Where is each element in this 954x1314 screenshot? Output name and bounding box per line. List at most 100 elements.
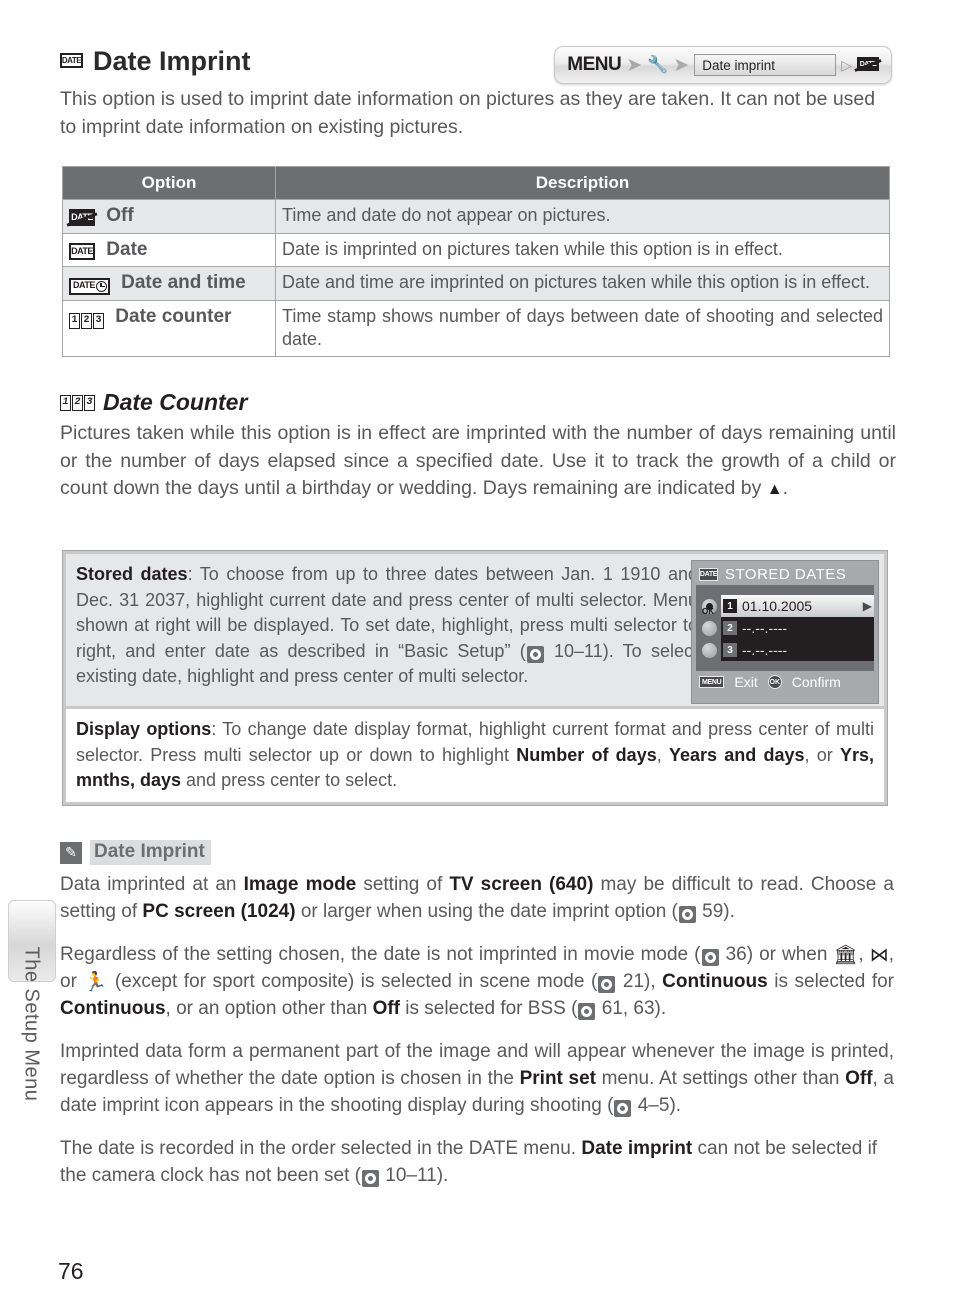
- option-label: Date counter: [115, 306, 232, 328]
- reference-icon: [578, 1002, 596, 1020]
- body-text: or larger when using the date imprint op…: [295, 900, 678, 922]
- date-icon: DATE: [60, 53, 83, 68]
- body-text: ).: [669, 1094, 682, 1116]
- date-counter-paragraph: Pictures taken while this option is in e…: [60, 420, 896, 503]
- display-option-years-and-days: Years and days: [668, 744, 805, 765]
- ok-key-icon: OK: [767, 675, 782, 689]
- lcd-panel: OK 1 01.10.2005 ▶ 2 --.--.---- 3 --.--.-…: [696, 585, 874, 671]
- emphasis-text: TV screen (640): [449, 874, 594, 895]
- body-text: ,: [858, 943, 870, 965]
- menu-key-icon: MENU: [699, 676, 725, 688]
- table-header-row: Option Description: [62, 166, 890, 200]
- camera-lcd-stored-dates: DATE STORED DATES OK 1 01.10.2005 ▶ 2 --…: [691, 560, 879, 704]
- panorama-assist-icon: ⋈: [869, 944, 889, 966]
- manual-page: The Setup Menu DATE Date Imprint MENU ➤ …: [0, 0, 954, 1314]
- page-title-text: Date Imprint: [93, 46, 251, 76]
- arrow-right-icon: ➤: [626, 54, 643, 76]
- note-paragraph-1: Data imprinted at an Image mode setting …: [60, 872, 894, 926]
- museum-icon: 🏛: [833, 944, 859, 966]
- reference-icon: [678, 905, 696, 923]
- pencil-icon: ✎: [60, 841, 82, 864]
- lcd-date-row-3[interactable]: 3 --.--.----: [721, 639, 874, 661]
- triangle-up-icon: ▲: [766, 481, 783, 499]
- lcd-date-row-2[interactable]: 2 --.--.----: [721, 617, 874, 639]
- date-counter-text-end: .: [782, 477, 789, 500]
- display-options-paragraph: Display options: To change date display …: [76, 717, 874, 794]
- note-paragraph-2: Regardless of the setting chosen, the da…: [60, 942, 894, 1023]
- sep-1: ,: [656, 744, 669, 765]
- lcd-footer: MENU Exit OK Confirm: [696, 671, 874, 690]
- date-counter-heading-text: Date Counter: [103, 389, 248, 415]
- body-text: Data imprinted at an: [60, 874, 244, 895]
- lcd-row-number: 1: [723, 599, 737, 613]
- lcd-radio-3[interactable]: [702, 642, 717, 658]
- lcd-radio-2[interactable]: [702, 620, 717, 636]
- option-cell-date-and-time: DATE Date and time: [62, 266, 276, 301]
- lcd-row-value: --.--.----: [742, 620, 788, 636]
- breadcrumb-field: Date imprint: [694, 54, 837, 76]
- note-heading: ✎ Date Imprint: [60, 840, 211, 865]
- stored-dates-text-block: Stored dates: To choose from up to three…: [66, 554, 884, 706]
- body-text: ).: [723, 900, 735, 922]
- display-options-block: Display options: To change date display …: [66, 706, 884, 802]
- column-header-option: Option: [62, 166, 276, 200]
- body-text: , or an option other than: [165, 997, 373, 1019]
- lcd-date-rows: 1 01.10.2005 ▶ 2 --.--.---- 3 --.--.----: [721, 595, 874, 661]
- caret-right-icon: ▶: [862, 599, 872, 613]
- caret-right-icon: ▷: [841, 56, 852, 73]
- arrow-right-icon-2: ➤: [673, 54, 690, 76]
- sport-icon: 🏃: [83, 971, 109, 993]
- reference-pages: 4–5: [632, 1094, 670, 1116]
- date-counter-123-icon: 123: [69, 313, 104, 330]
- description-cell: Date and time are imprinted on pictures …: [275, 266, 890, 301]
- reference-icon: [614, 1099, 632, 1117]
- body-text: ).: [436, 1164, 449, 1186]
- lcd-row-number: 2: [723, 621, 737, 635]
- body-text: setting of: [356, 874, 450, 895]
- chapter-label: The Setup Menu: [20, 946, 43, 1102]
- reference-pages: 36: [719, 943, 747, 965]
- table-row: DATE Date and time Date and time are imp…: [62, 266, 890, 301]
- note-paragraph-3: Imprinted data form a permanent part of …: [60, 1039, 894, 1120]
- note-body: Data imprinted at an Image mode setting …: [60, 872, 894, 1206]
- date-off-icon: DATE: [69, 209, 95, 227]
- table-row: 123 Date counter Time stamp shows number…: [62, 300, 890, 357]
- option-cell-date: DATE Date: [62, 232, 276, 267]
- body-text: ),: [644, 970, 663, 992]
- note-heading-text: Date Imprint: [90, 840, 211, 865]
- stored-dates-paragraph: Stored dates: To choose from up to three…: [76, 562, 698, 690]
- date-and-time-icon: DATE: [69, 277, 110, 295]
- body-text: menu. At settings other than: [595, 1067, 846, 1089]
- breadcrumb-menu-label: MENU: [567, 54, 622, 75]
- reference-icon: [362, 1169, 379, 1187]
- breadcrumb: MENU ➤ 🔧 ➤ Date imprint ▷ DATE: [554, 46, 892, 84]
- reference-pages: 59: [696, 900, 724, 922]
- emphasis-text: Image mode: [243, 874, 357, 895]
- lcd-date-row-1[interactable]: 1 01.10.2005 ▶: [721, 595, 874, 617]
- display-options-text-b: and press center to select.: [181, 770, 398, 791]
- wrench-setup-icon: 🔧: [647, 55, 669, 74]
- option-label: Date: [106, 238, 148, 260]
- table-row: DATE Date Date is imprinted on pictures …: [62, 232, 890, 267]
- display-option-number-of-days: Number of days: [516, 744, 657, 765]
- emphasis-text: Off: [845, 1067, 873, 1089]
- lcd-confirm-label: Confirm: [791, 674, 841, 690]
- display-options-lead: Display options: [76, 719, 212, 739]
- intro-paragraph: This option is used to imprint date info…: [60, 88, 876, 138]
- emphasis-text: Continuous: [662, 970, 768, 992]
- lcd-exit-label: Exit: [734, 674, 758, 690]
- option-label: Date and time: [121, 272, 246, 294]
- date-icon: DATE: [699, 568, 718, 581]
- emphasis-text: Date imprint: [581, 1137, 693, 1159]
- date-imprint-off-icon: DATE: [857, 57, 879, 71]
- emphasis-text: Off: [372, 997, 401, 1019]
- date-icon: DATE: [69, 243, 95, 261]
- lcd-row-value: 01.10.2005: [742, 598, 813, 614]
- body-text: (except for sport composite) is selected…: [108, 970, 598, 992]
- body-text: Regardless of the setting chosen, the da…: [60, 943, 701, 965]
- body-text: ).: [654, 997, 667, 1019]
- emphasis-text: Continuous: [60, 997, 166, 1019]
- reference-icon: [701, 948, 719, 966]
- emphasis-text: Print set: [519, 1067, 596, 1089]
- reference-icon: [598, 975, 616, 993]
